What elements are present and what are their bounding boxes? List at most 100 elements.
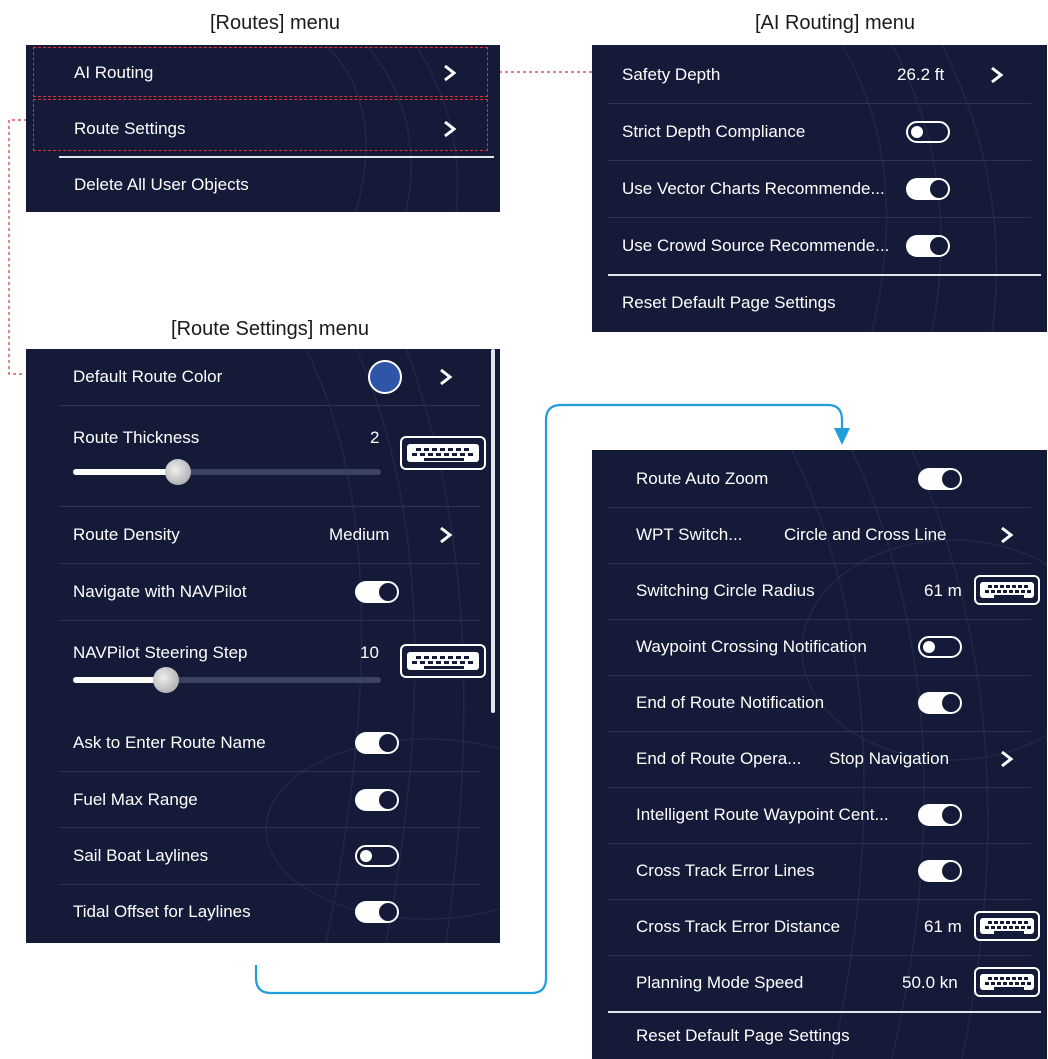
route-thickness-value: 2 <box>370 428 380 447</box>
menu-item-label: Switching Circle Radius <box>636 581 815 600</box>
menu-item-default-route-color[interactable]: Default Route Color <box>26 349 500 405</box>
planning-mode-speed-value: 50.0 kn <box>902 973 958 992</box>
end-of-route-notification-toggle[interactable] <box>918 692 962 714</box>
switching-circle-radius-value: 61 m <box>924 581 962 600</box>
menu-item-label: Tidal Offset for Laylines <box>73 902 251 921</box>
wpt-switch-value: Circle and Cross Line <box>784 525 947 544</box>
menu-item-reset-default[interactable]: Reset Default Page Settings <box>592 275 1047 331</box>
menu-item-label: Waypoint Crossing Notification <box>636 637 867 656</box>
steering-step-slider-thumb[interactable] <box>153 667 179 693</box>
highlight-ai-routing <box>33 47 488 97</box>
menu-item-end-of-route-notification[interactable]: End of Route Notification <box>592 675 1047 731</box>
sail-boat-laylines-toggle[interactable] <box>355 845 399 867</box>
switching-circle-keyboard-button[interactable] <box>974 575 1040 605</box>
chevron-right-icon <box>440 368 453 386</box>
menu-item-label: Navigate with NAVPilot <box>73 582 247 601</box>
menu-item-label: Strict Depth Compliance <box>622 122 806 141</box>
menu-item-route-density[interactable]: Route Density Medium <box>26 507 500 563</box>
menu-item-end-of-route-operation[interactable]: End of Route Opera... Stop Navigation <box>592 731 1047 787</box>
route-thickness-keyboard-button[interactable] <box>400 436 486 470</box>
menu-item-strict-depth-compliance[interactable]: Strict Depth Compliance <box>592 104 1047 160</box>
chevron-right-icon <box>991 66 1004 84</box>
chevron-right-icon <box>1001 526 1014 544</box>
menu-item-label: NAVPilot Steering Step <box>73 643 248 662</box>
menu-item-wpt-switch[interactable]: WPT Switch... Circle and Cross Line <box>592 507 1047 563</box>
keyboard-icon <box>412 656 473 669</box>
menu-item-label: Fuel Max Range <box>73 790 198 809</box>
keyboard-icon <box>985 921 1031 934</box>
menu-item-navpilot-steering-step: NAVPilot Steering Step 10 <box>26 621 500 721</box>
menu-item-label: Ask to Enter Route Name <box>73 733 266 752</box>
menu-item-label: Reset Default Page Settings <box>636 1025 850 1045</box>
waypoint-crossing-toggle[interactable] <box>918 636 962 658</box>
menu-item-intelligent-route-waypoint[interactable]: Intelligent Route Waypoint Cent... <box>592 787 1047 843</box>
end-of-route-operation-value: Stop Navigation <box>829 749 950 768</box>
menu-item-vector-charts[interactable]: Use Vector Charts Recommende... <box>592 161 1047 217</box>
menu-item-label: Route Thickness <box>73 428 200 447</box>
fuel-max-range-toggle[interactable] <box>355 789 399 811</box>
strict-depth-compliance-toggle[interactable] <box>906 121 950 143</box>
planning-mode-keyboard-button[interactable] <box>974 967 1040 997</box>
route-color-swatch[interactable] <box>368 360 402 394</box>
highlight-route-settings <box>33 99 488 151</box>
menu-item-label: Cross Track Error Lines <box>636 861 815 880</box>
menu-item-label: WPT Switch... <box>636 525 743 544</box>
menu-item-reset-default-page-settings[interactable]: Reset Default Page Settings <box>592 1012 1047 1059</box>
route-thickness-slider-thumb[interactable] <box>165 459 191 485</box>
menu-item-cross-track-error-lines[interactable]: Cross Track Error Lines <box>592 843 1047 899</box>
ask-route-name-toggle[interactable] <box>355 732 399 754</box>
steering-step-slider-fill <box>73 677 163 683</box>
menu-item-label: Sail Boat Laylines <box>73 846 209 865</box>
menu-item-cross-track-error-distance: Cross Track Error Distance 61 m <box>592 899 1047 955</box>
intelligent-route-toggle[interactable] <box>918 804 962 826</box>
keyboard-icon <box>412 448 473 461</box>
menu-item-label: Delete All User Objects <box>74 175 249 194</box>
navigate-with-navpilot-toggle[interactable] <box>355 581 399 603</box>
menu-item-label: Reset Default Page Settings <box>622 293 836 312</box>
route-density-value: Medium <box>329 525 390 544</box>
ai-routing-menu-panel: Safety Depth 26.2 ft Strict Depth Compli… <box>592 45 1047 332</box>
menu-item-label: Default Route Color <box>73 367 223 386</box>
continuation-arrowhead <box>834 428 850 445</box>
keyboard-icon <box>985 977 1031 990</box>
route-auto-zoom-toggle[interactable] <box>918 468 962 490</box>
menu-item-label: Safety Depth <box>622 65 721 84</box>
menu-item-waypoint-crossing-notification[interactable]: Waypoint Crossing Notification <box>592 619 1047 675</box>
menu-item-route-thickness: Route Thickness 2 <box>26 406 500 506</box>
menu-item-label: Use Crowd Source Recommende... <box>622 236 890 255</box>
menu-item-route-auto-zoom[interactable]: Route Auto Zoom <box>592 451 1047 507</box>
safety-depth-value: 26.2 ft <box>897 65 945 84</box>
tidal-offset-toggle[interactable] <box>355 901 399 923</box>
menu-item-label: Route Density <box>73 525 180 544</box>
cross-track-error-keyboard-button[interactable] <box>974 911 1040 941</box>
menu-item-label: Intelligent Route Waypoint Cent... <box>636 805 889 824</box>
menu-item-label: End of Route Opera... <box>636 749 802 768</box>
route-thickness-slider-fill <box>73 469 173 475</box>
menu-item-label: Planning Mode Speed <box>636 973 804 992</box>
menu-item-delete-all-user-objects[interactable]: Delete All User Objects <box>26 157 500 212</box>
menu-item-label: Use Vector Charts Recommende... <box>622 179 885 198</box>
menu-item-crowd-source[interactable]: Use Crowd Source Recommende... <box>592 218 1047 274</box>
menu-item-fuel-max-range[interactable]: Fuel Max Range <box>26 772 500 828</box>
vector-charts-toggle[interactable] <box>906 178 950 200</box>
menu-item-switching-circle-radius: Switching Circle Radius 61 m <box>592 563 1047 619</box>
route-settings-continued-panel: Route Auto Zoom WPT Switch... Circle and… <box>592 450 1047 1059</box>
crowd-source-toggle[interactable] <box>906 235 950 257</box>
menu-item-label: Route Auto Zoom <box>636 469 769 488</box>
route-settings-menu-panel: Default Route Color Route Thickness 2 Ro… <box>26 349 500 943</box>
cross-track-error-distance-value: 61 m <box>924 917 962 936</box>
menu-item-label: End of Route Notification <box>636 693 825 712</box>
menu-item-ask-to-enter-route-name[interactable]: Ask to Enter Route Name <box>26 715 500 771</box>
menu-item-label: Cross Track Error Distance <box>636 917 841 936</box>
menu-item-navigate-with-navpilot[interactable]: Navigate with NAVPilot <box>26 564 500 620</box>
keyboard-icon <box>985 585 1031 598</box>
menu-item-tidal-offset-laylines[interactable]: Tidal Offset for Laylines <box>26 884 500 940</box>
chevron-right-icon <box>1001 750 1014 768</box>
menu-item-sail-boat-laylines[interactable]: Sail Boat Laylines <box>26 828 500 884</box>
chevron-right-icon <box>440 526 453 544</box>
steering-step-keyboard-button[interactable] <box>400 644 486 678</box>
steering-step-value: 10 <box>360 643 379 662</box>
menu-item-safety-depth[interactable]: Safety Depth 26.2 ft <box>592 47 1047 103</box>
cross-track-error-lines-toggle[interactable] <box>918 860 962 882</box>
menu-item-planning-mode-speed: Planning Mode Speed 50.0 kn <box>592 955 1047 1011</box>
